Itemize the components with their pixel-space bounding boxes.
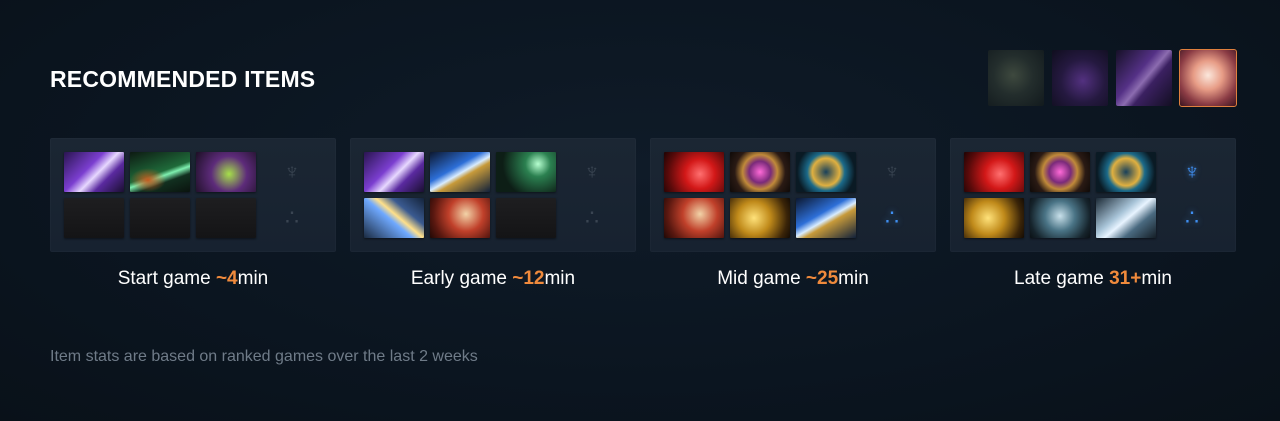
stage-caption: Early game ~12min <box>350 268 636 290</box>
footnote: Item stats are based on ranked games ove… <box>50 348 478 365</box>
ring-item-icon[interactable] <box>796 152 856 192</box>
blade-item-icon[interactable] <box>796 198 856 238</box>
item-grid <box>964 152 1156 238</box>
stage-caption: Start game ~4min <box>50 268 336 290</box>
blade-item-icon[interactable] <box>430 152 490 192</box>
ability-4-icon[interactable] <box>1179 49 1237 107</box>
gold-item-icon[interactable] <box>730 198 790 238</box>
gold-item-icon[interactable] <box>964 198 1024 238</box>
item-panel: ♆ ∴ <box>650 138 936 252</box>
item-panel: ♆ ∴ <box>350 138 636 252</box>
stage-time: ~25 <box>805 268 839 289</box>
empty-item-slot <box>130 198 190 238</box>
stage-early: ♆ ∴ Early game ~12min <box>350 138 636 290</box>
stage-caption: Mid game ~25min <box>650 268 936 290</box>
hammer-item-icon[interactable] <box>1096 198 1156 238</box>
empty-item-slot <box>196 198 256 238</box>
empty-item-slot <box>64 198 124 238</box>
sack-item-icon[interactable] <box>196 152 256 192</box>
stage-unit: min <box>838 268 869 289</box>
helm-item-icon[interactable] <box>1030 198 1090 238</box>
section-title: RECOMMENDED ITEMS <box>50 66 316 92</box>
orb-item-icon[interactable] <box>730 152 790 192</box>
neutral-item-icon[interactable]: ∴ <box>262 198 322 238</box>
neutral-slots: ♆ ∴ <box>862 152 922 244</box>
neutral-token-icon[interactable]: ♆ <box>862 152 922 192</box>
neutral-item-icon[interactable]: ∴ <box>862 198 922 238</box>
stage-late: ♆ ∴ Late game 31+min <box>950 138 1236 290</box>
stage-time: 31+ <box>1109 268 1142 289</box>
empty-item-slot <box>496 198 556 238</box>
item-grid <box>364 152 556 238</box>
cloak-item-icon[interactable] <box>664 198 724 238</box>
wand-item-icon[interactable] <box>496 152 556 192</box>
neutral-item-icon[interactable]: ∴ <box>562 198 622 238</box>
crystal-item-icon[interactable] <box>64 152 124 192</box>
stage-mid: ♆ ∴ Mid game ~25min <box>650 138 936 290</box>
ability-2-icon[interactable] <box>1052 50 1108 106</box>
ability-selector <box>988 49 1237 107</box>
stage-label: Mid game <box>717 268 806 289</box>
neutral-slots: ♆ ∴ <box>1162 152 1222 244</box>
item-panel: ♆ ∴ <box>50 138 336 252</box>
stage-label: Start game <box>117 268 216 289</box>
item-grid <box>64 152 256 238</box>
neutral-token-icon[interactable]: ♆ <box>262 152 322 192</box>
neutral-item-icon[interactable]: ∴ <box>1162 198 1222 238</box>
stage-unit: min <box>237 268 269 289</box>
spear-item-icon[interactable] <box>364 198 424 238</box>
red-item-icon[interactable] <box>664 152 724 192</box>
neutral-slots: ♆ ∴ <box>262 152 322 244</box>
stage-time: ~4 <box>215 268 238 289</box>
item-stage-groups: ♆ ∴ Start game ~4min ♆ ∴ Early game ~12m… <box>50 138 1236 290</box>
stage-label: Late game <box>1014 268 1110 289</box>
stage-time: ~12 <box>512 268 545 289</box>
cloak-item-icon[interactable] <box>430 198 490 238</box>
neutral-token-icon[interactable]: ♆ <box>1162 152 1222 192</box>
neutral-slots: ♆ ∴ <box>562 152 622 244</box>
stage-unit: min <box>1141 268 1172 289</box>
ability-1-icon[interactable] <box>988 50 1044 106</box>
ring-item-icon[interactable] <box>1096 152 1156 192</box>
crystal-item-icon[interactable] <box>364 152 424 192</box>
stage-start: ♆ ∴ Start game ~4min <box>50 138 336 290</box>
neutral-token-icon[interactable]: ♆ <box>562 152 622 192</box>
stage-unit: min <box>544 268 576 289</box>
item-grid <box>664 152 856 238</box>
branch-item-icon[interactable] <box>130 152 190 192</box>
ability-3-icon[interactable] <box>1116 50 1172 106</box>
orb-item-icon[interactable] <box>1030 152 1090 192</box>
stage-caption: Late game 31+min <box>950 268 1236 290</box>
stage-label: Early game <box>410 268 513 289</box>
red-item-icon[interactable] <box>964 152 1024 192</box>
item-panel: ♆ ∴ <box>950 138 1236 252</box>
